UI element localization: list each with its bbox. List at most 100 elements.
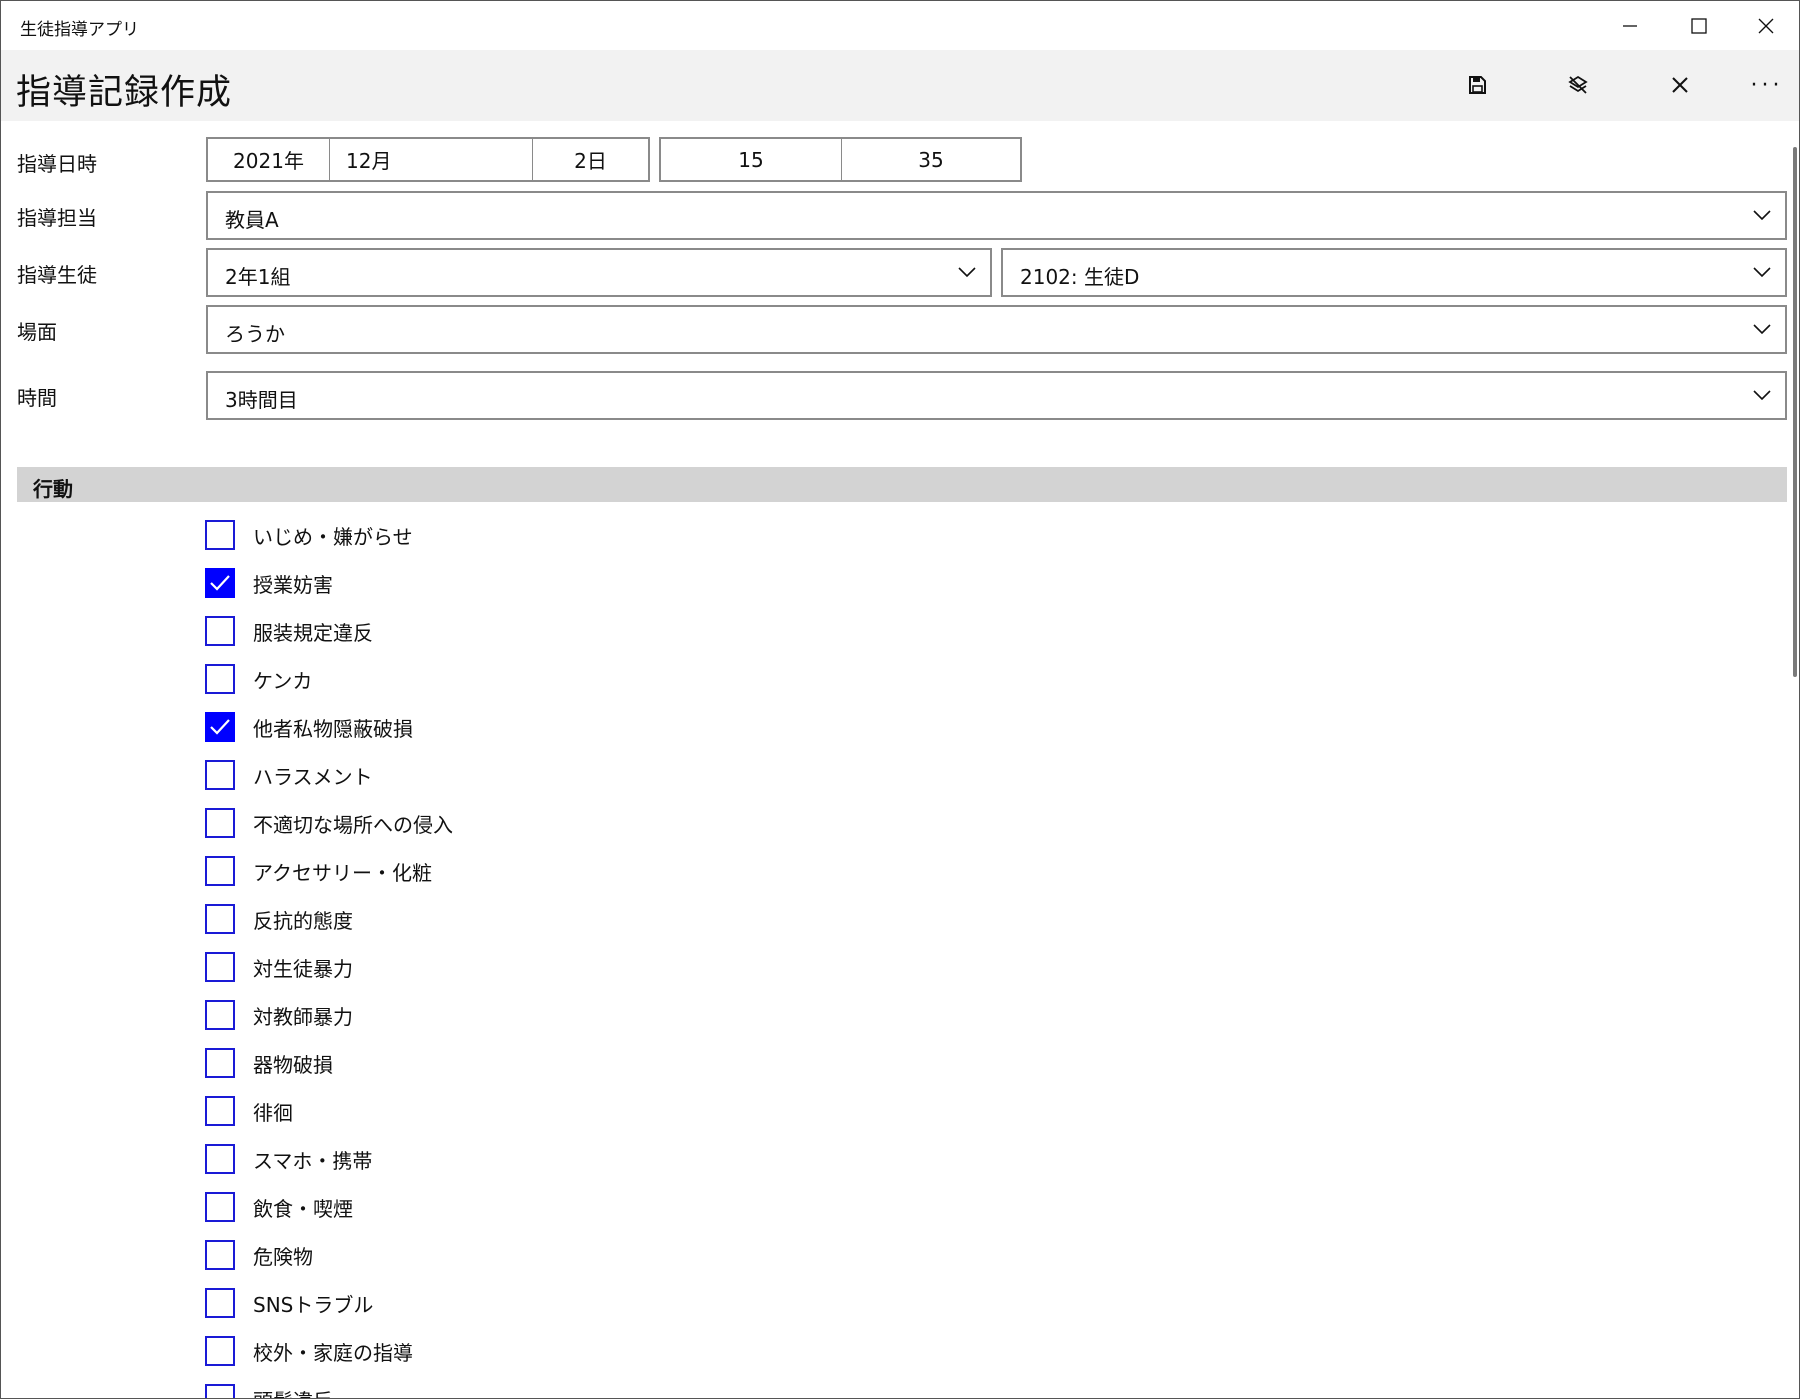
chevron-down-icon <box>958 267 976 278</box>
teacher-label: 指導担当 <box>17 206 97 230</box>
checkbox-box[interactable] <box>205 1288 235 1318</box>
checkbox-box[interactable] <box>205 760 235 790</box>
date-picker[interactable]: 2021年 12月 2日 <box>206 137 650 182</box>
page-title: 指導記録作成 <box>16 73 233 113</box>
behavior-checkbox[interactable]: 危険物 <box>205 1239 313 1271</box>
discard-icon <box>1568 75 1588 94</box>
checkbox-label: 服装規定違反 <box>253 620 373 645</box>
checkbox-label: 校外・家庭の指導 <box>253 1340 413 1365</box>
student-label: 指導生徒 <box>17 263 97 287</box>
checkbox-label: ハラスメント <box>253 764 373 789</box>
window-close-icon <box>1758 18 1773 33</box>
checkbox-box[interactable] <box>205 952 235 982</box>
checkbox-label: SNSトラブル <box>253 1292 374 1317</box>
checkbox-box[interactable] <box>205 712 235 742</box>
student-value: 2102: 生徒D <box>1020 265 1140 289</box>
checkbox-box[interactable] <box>205 904 235 934</box>
behavior-checkbox[interactable]: 不適切な場所への侵入 <box>205 807 453 839</box>
date-day[interactable]: 2日 <box>533 139 648 180</box>
behavior-checkbox[interactable]: スマホ・携帯 <box>205 1143 372 1175</box>
behavior-checkbox[interactable]: 授業妨害 <box>205 567 333 599</box>
checkbox-box[interactable] <box>205 1240 235 1270</box>
period-combobox[interactable]: 3時間目 <box>206 371 1787 420</box>
behavior-checkbox[interactable]: アクセサリー・化粧 <box>205 855 432 887</box>
checkbox-label: 器物破損 <box>253 1052 333 1077</box>
checkbox-label: アクセサリー・化粧 <box>253 860 432 885</box>
checkbox-box[interactable] <box>205 1384 235 1398</box>
behavior-checkbox[interactable]: 他者私物隠蔽破損 <box>205 711 413 743</box>
place-combobox[interactable]: ろうか <box>206 305 1787 354</box>
checkbox-label: 他者私物隠蔽破損 <box>253 716 413 741</box>
behavior-checkbox[interactable]: SNSトラブル <box>205 1287 373 1319</box>
checkbox-box[interactable] <box>205 856 235 886</box>
time-minute[interactable]: 35 <box>842 139 1020 180</box>
checkbox-label: ケンカ <box>253 668 313 693</box>
checkbox-box[interactable] <box>205 1048 235 1078</box>
checkbox-box[interactable] <box>205 520 235 550</box>
more-button[interactable]: ··· <box>1737 60 1797 110</box>
maximize-icon <box>1690 17 1707 34</box>
period-value: 3時間目 <box>225 388 298 412</box>
checkbox-label: 危険物 <box>253 1244 313 1269</box>
checkbox-label: 授業妨害 <box>253 572 333 597</box>
checkbox-label: 飲食・喫煙 <box>253 1196 353 1221</box>
behavior-checkbox[interactable]: 徘徊 <box>205 1095 293 1127</box>
class-combobox[interactable]: 2年1組 <box>206 248 992 297</box>
behavior-checkbox[interactable]: 器物破損 <box>205 1047 333 1079</box>
discard-button[interactable] <box>1548 60 1608 110</box>
behavior-checkbox[interactable]: 飲食・喫煙 <box>205 1191 353 1223</box>
checkbox-label: 不適切な場所への侵入 <box>253 812 453 837</box>
cancel-button[interactable] <box>1650 60 1710 110</box>
checkbox-box[interactable] <box>205 1192 235 1222</box>
chevron-down-icon <box>1753 210 1771 221</box>
checkbox-label: 徘徊 <box>253 1100 293 1125</box>
checkbox-box[interactable] <box>205 1144 235 1174</box>
close-icon <box>1672 77 1688 93</box>
student-combobox[interactable]: 2102: 生徒D <box>1001 248 1787 297</box>
behavior-checkbox[interactable]: 校外・家庭の指導 <box>205 1335 413 1367</box>
period-label: 時間 <box>17 386 57 410</box>
checkbox-box[interactable] <box>205 664 235 694</box>
behavior-checkbox[interactable]: 頭髪違反 <box>205 1383 333 1399</box>
save-icon <box>1469 76 1486 94</box>
checkbox-box[interactable] <box>205 1336 235 1366</box>
behavior-checkbox[interactable]: 服装規定違反 <box>205 615 373 647</box>
checkbox-label: いじめ・嫌がらせ <box>253 524 413 549</box>
maximize-button[interactable] <box>1664 1 1733 50</box>
behavior-checkbox[interactable]: いじめ・嫌がらせ <box>205 519 413 551</box>
command-bar: 指導記録作成 ··· <box>1 50 1799 121</box>
scrollbar[interactable] <box>1793 147 1797 677</box>
time-hour[interactable]: 15 <box>661 139 841 180</box>
checkbox-label: スマホ・携帯 <box>253 1148 373 1173</box>
window-close-button[interactable] <box>1731 1 1799 50</box>
checkmark-icon <box>210 575 230 591</box>
app-window: 生徒指導アプリ 指導記録作成 ··· 指導日時 2021年 12月 2日 15 … <box>0 0 1800 1399</box>
place-label: 場面 <box>17 320 57 344</box>
date-month[interactable]: 12月 <box>330 139 532 180</box>
teacher-value: 教員A <box>225 208 279 232</box>
checkbox-box[interactable] <box>205 616 235 646</box>
save-button[interactable] <box>1447 60 1507 110</box>
behavior-checkbox[interactable]: ハラスメント <box>205 759 373 791</box>
checkbox-box[interactable] <box>205 1096 235 1126</box>
chevron-down-icon <box>1753 390 1771 401</box>
teacher-combobox[interactable]: 教員A <box>206 191 1787 240</box>
date-year[interactable]: 2021年 <box>208 139 329 180</box>
title-bar: 生徒指導アプリ <box>1 1 1799 50</box>
class-value: 2年1組 <box>225 265 291 289</box>
minimize-button[interactable] <box>1595 1 1664 50</box>
behavior-checkbox[interactable]: 対教師暴力 <box>205 999 353 1031</box>
checkmark-icon <box>210 719 230 735</box>
checkbox-box[interactable] <box>205 1000 235 1030</box>
checkbox-label: 頭髪違反 <box>253 1385 333 1399</box>
behavior-section-header: 行動 <box>17 467 1787 502</box>
chevron-down-icon <box>1753 324 1771 335</box>
behavior-checkbox[interactable]: ケンカ <box>205 663 312 695</box>
time-picker[interactable]: 15 35 <box>659 137 1022 182</box>
checkbox-box[interactable] <box>205 808 235 838</box>
checkbox-box[interactable] <box>205 568 235 598</box>
behavior-checkbox[interactable]: 反抗的態度 <box>205 903 353 935</box>
behavior-checkbox[interactable]: 対生徒暴力 <box>205 951 353 983</box>
minimize-icon <box>1622 24 1637 27</box>
checkbox-label: 対教師暴力 <box>253 1004 353 1029</box>
